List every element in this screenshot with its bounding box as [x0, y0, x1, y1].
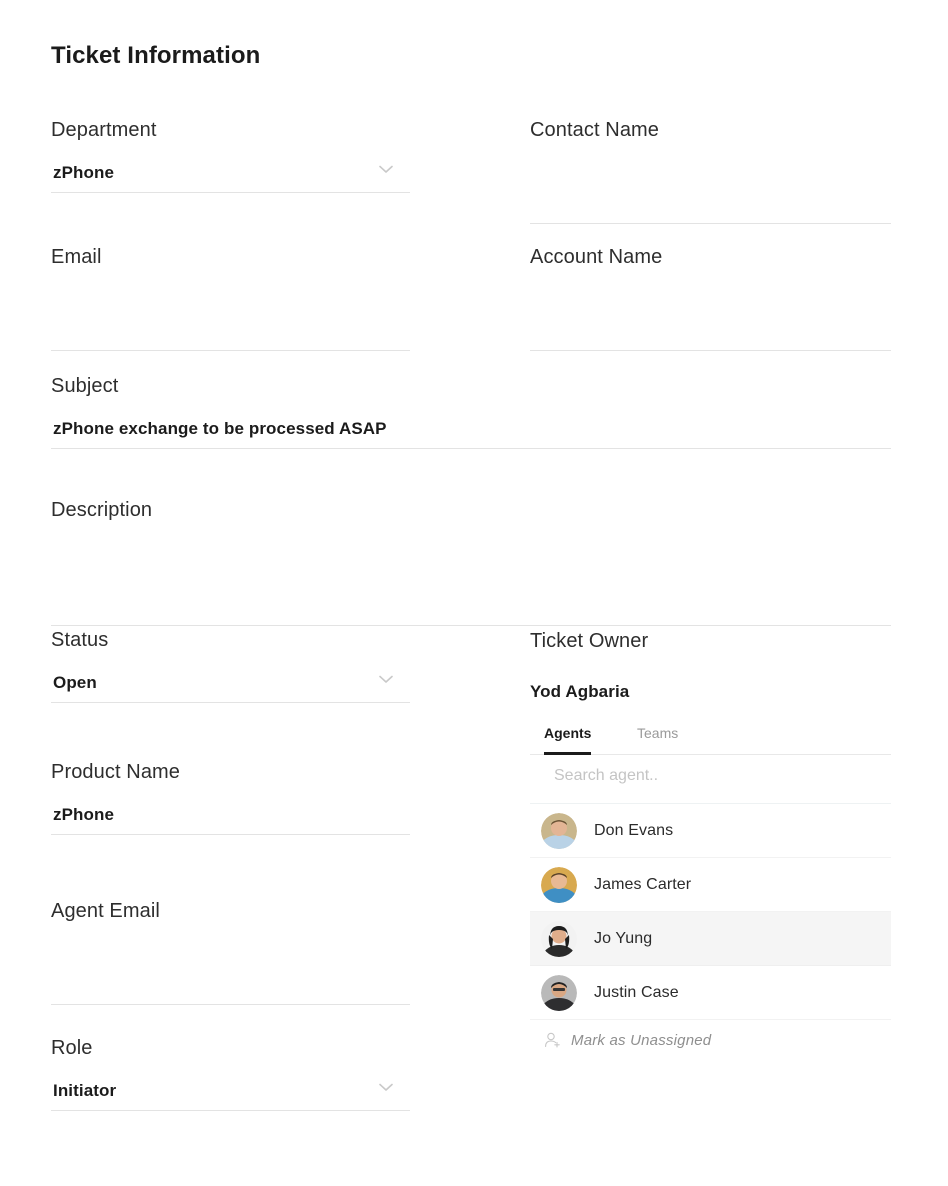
chevron-down-icon[interactable] [379, 165, 393, 174]
field-agent-email: Agent Email [51, 899, 410, 1005]
field-label-status: Status [51, 629, 109, 651]
agent-list-item[interactable]: Jo Yung [530, 912, 891, 966]
agent-name: James Carter [594, 875, 692, 893]
department-value: zPhone [53, 163, 115, 182]
avatar [541, 866, 577, 903]
status-select[interactable]: Open [51, 672, 410, 703]
field-description: Description [51, 498, 891, 626]
mark-as-unassigned-button[interactable]: Mark as Unassigned [530, 1020, 891, 1060]
contact-name-input[interactable] [530, 162, 891, 224]
avatar [541, 920, 577, 957]
product-name-value: zPhone [53, 805, 115, 824]
field-contact-name: Contact Name [530, 118, 891, 224]
description-textarea[interactable] [51, 542, 891, 626]
field-label-email: Email [51, 246, 102, 268]
agent-list-item[interactable]: Don Evans [530, 804, 891, 858]
agent-email-input[interactable] [51, 943, 410, 1005]
field-label-subject: Subject [51, 375, 119, 397]
field-email: Email [51, 245, 410, 351]
chevron-down-icon[interactable] [379, 1083, 393, 1092]
field-product-name: Product Name zPhone [51, 760, 410, 835]
ticket-owner-panel: Ticket Owner Yod Agbaria Agents Teams Do… [530, 630, 891, 1060]
field-label-contact-name: Contact Name [530, 119, 660, 141]
ticket-owner-label: Ticket Owner [530, 630, 649, 652]
search-agent-input[interactable] [552, 766, 856, 786]
agent-name: Justin Case [594, 983, 679, 1001]
ticket-owner-value: Yod Agbaria [530, 682, 630, 701]
field-account-name: Account Name [530, 245, 891, 351]
field-label-description: Description [51, 499, 153, 521]
mark-as-unassigned-label: Mark as Unassigned [571, 1031, 712, 1049]
chevron-down-icon[interactable] [379, 675, 393, 684]
agent-name: Jo Yung [594, 929, 653, 947]
field-role: Role Initiator [51, 1036, 410, 1111]
field-label-department: Department [51, 119, 157, 141]
field-subject: Subject zPhone exchange to be processed … [51, 374, 891, 449]
field-status: Status Open [51, 628, 410, 703]
tab-agents[interactable]: Agents [544, 724, 592, 755]
department-select[interactable]: zPhone [51, 162, 410, 193]
role-value: Initiator [53, 1081, 117, 1100]
field-department: Department zPhone [51, 118, 410, 193]
agent-list-item[interactable]: James Carter [530, 858, 891, 912]
role-select[interactable]: Initiator [51, 1080, 410, 1111]
field-label-role: Role [51, 1037, 93, 1059]
avatar [541, 812, 577, 849]
field-label-product-name: Product Name [51, 761, 181, 783]
agent-search-row[interactable] [530, 755, 891, 804]
subject-input[interactable]: zPhone exchange to be processed ASAP [51, 418, 891, 449]
field-label-account-name: Account Name [530, 246, 663, 268]
agent-name: Don Evans [594, 821, 674, 839]
account-name-input[interactable] [530, 289, 891, 351]
owner-tabs: Agents Teams [530, 724, 891, 755]
email-input[interactable] [51, 289, 410, 351]
person-add-icon [544, 1031, 562, 1049]
subject-value: zPhone exchange to be processed ASAP [53, 419, 387, 438]
avatar [541, 974, 577, 1011]
agent-list-item[interactable]: Justin Case [530, 966, 891, 1020]
field-label-agent-email: Agent Email [51, 900, 160, 922]
ticket-information-page: Ticket Information Department zPhone Con… [0, 0, 948, 1186]
tab-teams[interactable]: Teams [637, 724, 678, 752]
status-value: Open [53, 673, 97, 692]
page-title: Ticket Information [51, 42, 261, 69]
product-name-input[interactable]: zPhone [51, 804, 410, 835]
